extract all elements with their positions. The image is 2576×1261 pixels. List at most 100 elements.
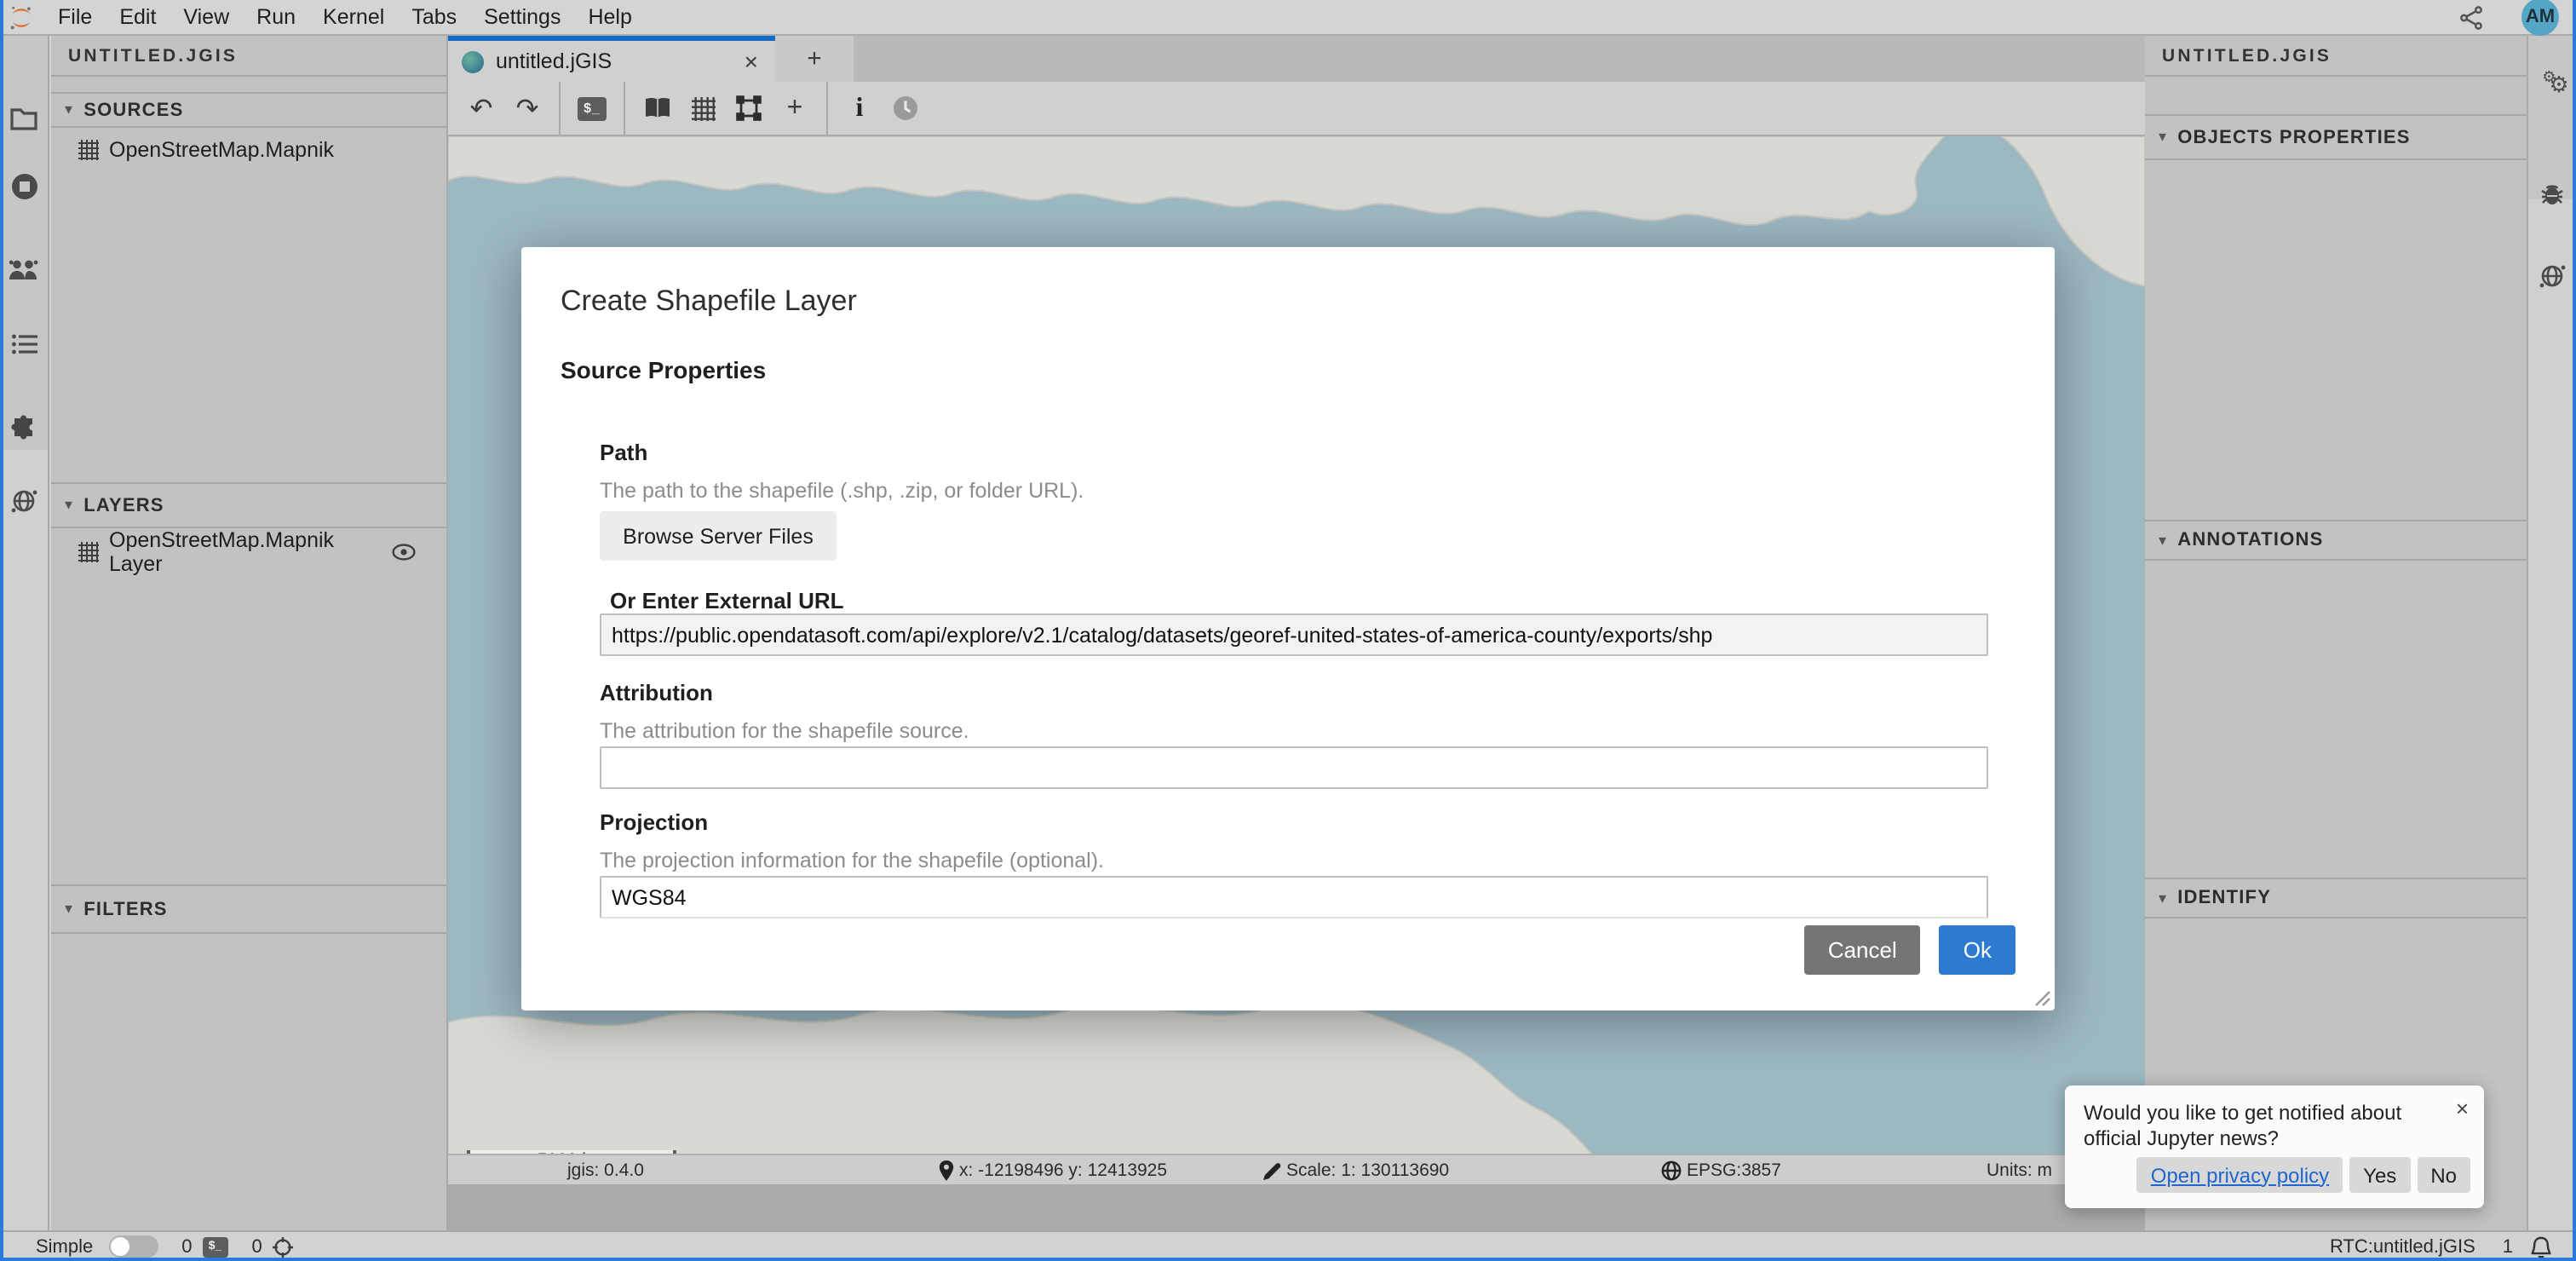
right-sidebar: UNTITLED.JGIS ▾ OBJECTS PROPERTIES ▾ ANN… bbox=[2145, 36, 2527, 1230]
annotations-section-header[interactable]: ▾ ANNOTATIONS bbox=[2145, 520, 2527, 561]
simple-mode-toggle[interactable] bbox=[108, 1235, 158, 1258]
notification-yes-button[interactable]: Yes bbox=[2349, 1157, 2410, 1193]
raster-layer-button[interactable] bbox=[680, 85, 726, 131]
bell-icon[interactable] bbox=[2530, 1235, 2552, 1258]
cancel-button[interactable]: Cancel bbox=[1804, 925, 1921, 975]
add-layer-button[interactable]: + bbox=[772, 85, 818, 131]
file-browser-icon[interactable] bbox=[0, 107, 48, 131]
property-inspector-icon[interactable]: ⚙⚙ bbox=[2528, 66, 2576, 95]
menu-settings[interactable]: Settings bbox=[470, 0, 574, 35]
dialog-title: Create Shapefile Layer bbox=[561, 285, 857, 319]
tab-close-icon[interactable]: × bbox=[741, 48, 762, 75]
plus-icon: + bbox=[787, 93, 803, 124]
collaboration-icon[interactable] bbox=[0, 259, 48, 281]
attribution-input[interactable] bbox=[600, 746, 1988, 789]
rtc-status[interactable]: RTC:untitled.jGIS bbox=[2330, 1236, 2475, 1257]
notification-count[interactable]: 1 bbox=[2503, 1236, 2513, 1257]
temporal-controller-button[interactable] bbox=[883, 85, 929, 131]
menu-edit[interactable]: Edit bbox=[106, 0, 170, 35]
simple-mode-label: Simple bbox=[36, 1236, 93, 1257]
table-of-contents-icon[interactable] bbox=[0, 334, 48, 354]
caret-down-icon: ▾ bbox=[65, 496, 73, 515]
caret-down-icon: ▾ bbox=[65, 101, 73, 119]
menu-tabs[interactable]: Tabs bbox=[398, 0, 470, 35]
layers-section-header[interactable]: ▾ LAYERS bbox=[51, 482, 446, 528]
tab-bar: untitled.jGIS × + bbox=[448, 36, 2145, 82]
globe-icon bbox=[1661, 1160, 1682, 1181]
map-units: Units: m bbox=[1987, 1155, 2052, 1186]
terminal-icon: $_ bbox=[203, 1236, 228, 1257]
gears-icon: ⚙⚙ bbox=[2542, 66, 2562, 95]
layer-item-openstreetmap[interactable]: OpenStreetMap.Mapnik Layer bbox=[51, 535, 446, 569]
notification-no-button[interactable]: No bbox=[2417, 1157, 2470, 1193]
vector-square-icon bbox=[736, 95, 762, 121]
redo-button[interactable]: ↷ bbox=[504, 85, 550, 131]
external-url-input[interactable] bbox=[600, 613, 1988, 656]
basemap-button[interactable] bbox=[634, 85, 680, 131]
jupyter-news-notification: Would you like to get notified about off… bbox=[2065, 1085, 2484, 1208]
user-avatar[interactable]: AM bbox=[2521, 0, 2559, 36]
open-book-icon bbox=[643, 97, 670, 119]
raster-grid-icon bbox=[78, 140, 99, 160]
map-scale: Scale: 1: 130113690 bbox=[1262, 1155, 1449, 1186]
left-activity-bar bbox=[0, 36, 49, 1230]
jgis-document-icon bbox=[462, 50, 484, 72]
undo-button[interactable]: ↶ bbox=[458, 85, 504, 131]
projection-input[interactable] bbox=[600, 876, 1988, 918]
kernel-target-icon bbox=[273, 1236, 293, 1257]
menu-bar: File Edit View Run Kernel Tabs Settings … bbox=[0, 0, 2576, 36]
menu-help[interactable]: Help bbox=[574, 0, 645, 35]
notification-close-icon[interactable]: × bbox=[2456, 1096, 2469, 1121]
menu-run[interactable]: Run bbox=[243, 0, 309, 35]
console-button[interactable]: $_ bbox=[569, 85, 615, 131]
caret-down-icon: ▾ bbox=[2159, 889, 2167, 907]
tab-untitled-jgis[interactable]: untitled.jGIS × bbox=[448, 36, 775, 82]
create-shapefile-layer-dialog: Create Shapefile Layer Source Properties… bbox=[521, 247, 2055, 1011]
attribution-description: The attribution for the shapefile source… bbox=[600, 719, 969, 743]
source-item-openstreetmap[interactable]: OpenStreetMap.Mapnik bbox=[51, 133, 446, 167]
kernel-count: 0 bbox=[252, 1236, 262, 1257]
app-status-bar: Simple 0 $_ 0 RTC:untitled.jGIS 1 bbox=[0, 1230, 2576, 1261]
undo-icon: ↶ bbox=[470, 91, 493, 125]
debugger-icon[interactable] bbox=[2528, 182, 2576, 206]
running-sessions-icon[interactable] bbox=[0, 172, 48, 201]
menu-kernel[interactable]: Kernel bbox=[309, 0, 398, 35]
menu-file[interactable]: File bbox=[44, 0, 106, 35]
share-icon[interactable] bbox=[2458, 4, 2484, 30]
filters-section-header[interactable]: ▾ FILTERS bbox=[51, 884, 446, 934]
jupyterlab-window: File Edit View Run Kernel Tabs Settings … bbox=[0, 0, 2576, 1261]
sources-section-header[interactable]: ▾ SOURCES bbox=[51, 92, 446, 128]
map-toolbar: ↶ ↷ $_ bbox=[448, 82, 2145, 136]
objects-properties-section-header[interactable]: ▾ OBJECTS PROPERTIES bbox=[2145, 114, 2527, 160]
jgis-version: jgis: 0.4.0 bbox=[567, 1155, 644, 1186]
dialog-resize-handle[interactable] bbox=[2034, 990, 2051, 1007]
extensions-icon[interactable] bbox=[0, 414, 48, 441]
identify-section-header[interactable]: ▾ IDENTIFY bbox=[2145, 878, 2527, 918]
raster-grid-icon bbox=[691, 96, 715, 120]
menu-view[interactable]: View bbox=[170, 0, 243, 35]
clock-icon bbox=[893, 95, 918, 121]
map-epsg: EPSG:3857 bbox=[1661, 1155, 1781, 1186]
map-status-bar: jgis: 0.4.0 x: -12198496 y: 12413925 Sca… bbox=[448, 1154, 2145, 1184]
dialog-section-heading: Source Properties bbox=[561, 356, 766, 383]
terminal-icon: $_ bbox=[578, 96, 607, 120]
new-tab-button[interactable]: + bbox=[775, 36, 854, 82]
gis-right-panel-icon[interactable] bbox=[2528, 262, 2576, 290]
gis-panel-icon[interactable] bbox=[0, 487, 48, 515]
caret-down-icon: ▾ bbox=[2159, 128, 2167, 147]
ok-button[interactable]: Ok bbox=[1940, 925, 2015, 975]
pencil-icon bbox=[1262, 1161, 1281, 1180]
browse-server-files-button[interactable]: Browse Server Files bbox=[600, 511, 837, 561]
caret-down-icon: ▾ bbox=[65, 900, 73, 918]
map-pin-icon bbox=[939, 1160, 954, 1181]
redo-icon: ↷ bbox=[516, 91, 539, 125]
open-privacy-policy-button[interactable]: Open privacy policy bbox=[2137, 1157, 2343, 1193]
visibility-eye-icon[interactable] bbox=[392, 544, 416, 561]
caret-down-icon: ▾ bbox=[2159, 531, 2167, 550]
pointer-coordinates: x: -12198496 y: 12413925 bbox=[939, 1155, 1167, 1186]
path-label: Path bbox=[600, 440, 647, 465]
identify-button[interactable]: i bbox=[837, 85, 883, 131]
vector-layer-button[interactable] bbox=[726, 85, 772, 131]
left-sidebar: UNTITLED.JGIS ▾ SOURCES OpenStreetMap.Ma… bbox=[51, 36, 448, 1230]
external-url-label: Or Enter External URL bbox=[610, 588, 844, 613]
